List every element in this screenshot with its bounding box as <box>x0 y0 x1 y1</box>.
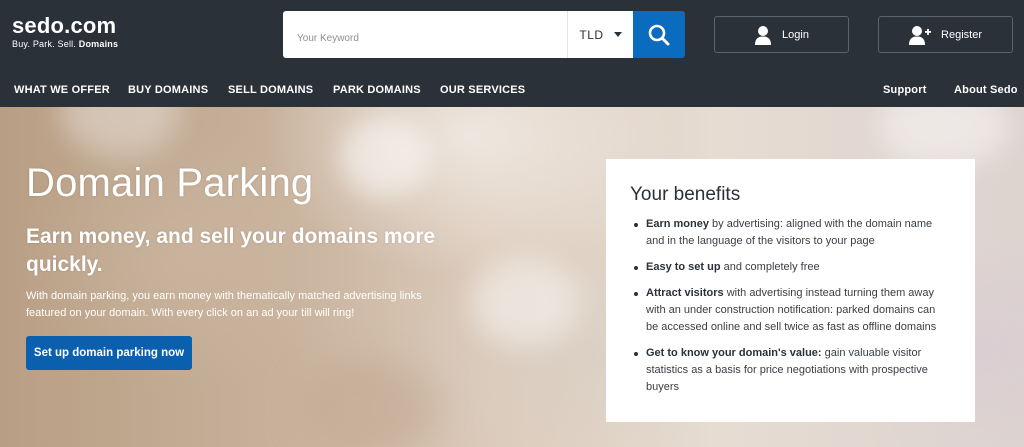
nav-support[interactable]: Support <box>883 84 927 96</box>
logo-tagline: Buy. Park. Sell. Domains <box>12 39 118 49</box>
nav-buy-domains[interactable]: BUY DOMAINS <box>128 84 208 96</box>
bokeh-light <box>470 257 580 347</box>
bokeh-light <box>880 107 1010 167</box>
nav-sell-domains[interactable]: SELL DOMAINS <box>228 84 313 96</box>
login-button[interactable]: Login <box>714 16 849 53</box>
benefit-item-bold: Attract visitors <box>646 287 724 299</box>
benefit-item: Easy to set up and completely free <box>630 259 940 276</box>
hero-subtitle: Earn money, and sell your domains more q… <box>26 225 436 276</box>
user-add-icon <box>909 25 932 45</box>
nav-about-sedo[interactable]: About Sedo <box>954 84 1018 96</box>
benefit-item-text: and completely free <box>720 261 820 273</box>
benefit-item-bold: Easy to set up <box>646 261 721 273</box>
nav-park-domains[interactable]: PARK DOMAINS <box>333 84 421 96</box>
hero-section: Domain Parking Earn money, and sell your… <box>0 107 1024 447</box>
login-label: Login <box>782 28 809 41</box>
register-button[interactable]: Register <box>878 16 1013 53</box>
logo-tagline-plain: Buy. Park. Sell. <box>12 39 79 49</box>
sedo-logo[interactable]: sedo.com Buy. Park. Sell. Domains <box>12 13 118 50</box>
benefit-item: Get to know your domain's value: gain va… <box>630 345 940 396</box>
tld-dropdown[interactable]: TLD <box>567 11 633 58</box>
nav-our-services[interactable]: OUR SERVICES <box>440 84 525 96</box>
search-bar: TLD <box>283 11 685 58</box>
benefits-list: Earn money by advertising: aligned with … <box>630 216 951 396</box>
bokeh-light <box>340 117 430 197</box>
benefit-item-bold: Earn money <box>646 218 709 230</box>
setup-parking-button[interactable]: Set up domain parking now <box>26 336 192 370</box>
site-header: sedo.com Buy. Park. Sell. Domains TLD Lo… <box>0 0 1024 74</box>
tld-caret-icon <box>613 32 622 37</box>
register-label: Register <box>941 28 982 41</box>
search-icon <box>648 24 670 45</box>
nav-what-we-offer[interactable]: WHAT WE OFFER <box>14 84 110 96</box>
hero-description: With domain parking, you earn money with… <box>26 290 422 319</box>
search-input[interactable] <box>283 11 567 58</box>
main-nav: WHAT WE OFFER BUY DOMAINS SELL DOMAINS P… <box>0 74 1024 107</box>
bokeh-light <box>60 107 180 157</box>
logo-wordmark: sedo.com <box>12 13 117 38</box>
benefit-item: Earn money by advertising: aligned with … <box>630 216 940 250</box>
benefit-item-bold: Get to know your domain's value: <box>646 347 822 359</box>
page-title: Domain Parking <box>26 161 314 205</box>
benefit-item: Attract visitors with advertising instea… <box>630 285 940 336</box>
benefits-card: Your benefits Earn money by advertising:… <box>606 159 975 422</box>
bokeh-light <box>300 357 440 447</box>
tld-label: TLD <box>579 27 604 42</box>
user-icon <box>755 25 772 45</box>
logo-tagline-bold: Domains <box>78 39 119 49</box>
benefits-title: Your benefits <box>630 184 741 205</box>
search-button[interactable] <box>633 11 685 58</box>
